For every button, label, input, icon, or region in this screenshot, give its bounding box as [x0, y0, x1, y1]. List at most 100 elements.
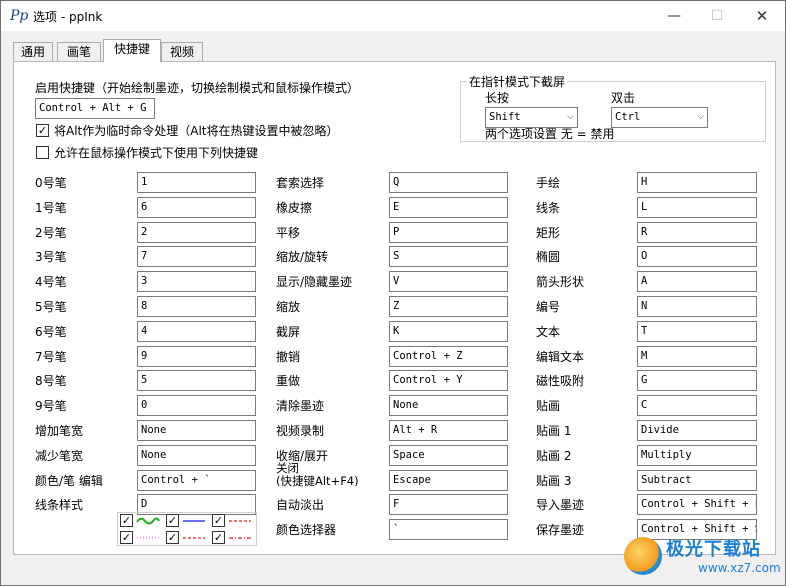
col1-hotkey-field-0[interactable]: 1 [137, 172, 256, 193]
col2-hotkey-field-13[interactable]: F [389, 494, 508, 516]
col3-hotkey-field-2[interactable]: R [637, 221, 757, 243]
line-style-option[interactable] [164, 530, 210, 546]
col2-hotkey-field-5[interactable]: Z [389, 296, 508, 317]
col1-hotkey-field-12[interactable]: Control + ` [137, 469, 256, 491]
col1-hotkey-field-9[interactable]: 0 [137, 395, 256, 417]
col2-hotkey-field-12[interactable]: Escape [389, 469, 508, 491]
line-style-option[interactable] [118, 513, 164, 529]
col3-hotkey-field-11[interactable]: Multiply [637, 444, 757, 466]
snapshot-note: 两个选项设置 无 = 禁用 [485, 127, 615, 141]
col3-label-12: 贴画 3 [536, 473, 572, 488]
minimize-button[interactable]: — [651, 1, 697, 31]
col1-hotkey-field-2[interactable]: 2 [137, 221, 256, 243]
col3-hotkey-field-0[interactable]: H [637, 172, 757, 193]
col3-hotkey-field-6[interactable]: T [637, 320, 757, 342]
line-style-option[interactable] [210, 513, 256, 529]
watermark-url: www.xz7.com [698, 561, 781, 575]
col1-label-9: 9号笔 [35, 399, 67, 414]
col3-label-8: 磁性吸附 [536, 374, 585, 389]
col1-label-2: 2号笔 [35, 225, 67, 240]
col2-hotkey-field-8[interactable]: Control + Y [389, 370, 508, 392]
col2-hotkey-field-10[interactable]: Alt + R [389, 420, 508, 441]
col2-hotkey-field-0[interactable]: Q [389, 172, 508, 193]
col2-hotkey-field-7[interactable]: Control + Z [389, 345, 508, 367]
line-style-checkbox[interactable] [166, 514, 179, 527]
options-window: Pp 选项 - ppInk — ☐ ✕ 通用 画笔 快捷键 视频 启用快捷键（开… [0, 0, 786, 586]
alt-temp-checkbox[interactable] [36, 124, 49, 137]
col3-hotkey-field-7[interactable]: M [637, 345, 757, 367]
col3-hotkey-field-13[interactable]: Control + Shift + L [637, 494, 757, 516]
col3-hotkey-field-1[interactable]: L [637, 196, 757, 218]
col2-hotkey-field-3[interactable]: S [389, 246, 508, 268]
col2-hotkey-field-9[interactable]: None [389, 395, 508, 417]
col2-hotkey-field-1[interactable]: E [389, 196, 508, 218]
col2-label-4: 显示/隐藏墨迹 [276, 275, 353, 290]
col2-label-9: 清除墨迹 [276, 399, 325, 414]
col2-label-2: 平移 [276, 225, 301, 240]
close-button[interactable]: ✕ [739, 1, 785, 31]
col2-label-8: 重做 [276, 374, 301, 389]
col1-hotkey-field-10[interactable]: None [137, 420, 256, 441]
col3-hotkey-field-5[interactable]: N [637, 296, 757, 317]
col3-hotkey-field-8[interactable]: G [637, 370, 757, 392]
col3-hotkey-field-12[interactable]: Subtract [637, 469, 757, 491]
col1-hotkey-field-4[interactable]: 3 [137, 271, 256, 293]
col1-hotkey-field-1[interactable]: 6 [137, 196, 256, 218]
col3-label-9: 贴画 [536, 399, 561, 414]
col2-label-3: 缩放/旋转 [276, 250, 329, 265]
enable-hotkey-field[interactable]: Control + Alt + G [35, 98, 155, 119]
col2-hotkey-field-11[interactable]: Space [389, 444, 508, 466]
col3-label-0: 手绘 [536, 176, 561, 190]
col1-hotkey-field-11[interactable]: None [137, 444, 256, 466]
col2-hotkey-field-2[interactable]: P [389, 221, 508, 243]
col1-label-3: 3号笔 [35, 250, 67, 265]
col2-label-1: 橡皮擦 [276, 200, 313, 215]
col3-hotkey-field-10[interactable]: Divide [637, 420, 757, 441]
col1-label-5: 5号笔 [35, 300, 67, 314]
col2-hotkey-field-4[interactable]: V [389, 271, 508, 293]
line-style-checkbox[interactable] [120, 514, 133, 527]
line-style-option[interactable] [118, 530, 164, 546]
col3-hotkey-field-9[interactable]: C [637, 395, 757, 417]
maximize-button[interactable]: ☐ [694, 1, 740, 31]
tab-general[interactable]: 通用 [13, 42, 53, 61]
mouse-mode-checkbox[interactable] [36, 146, 49, 159]
hotkeys-panel: 启用快捷键（开始绘制墨迹，切换绘制模式和鼠标操作模式） Control + Al… [13, 61, 776, 555]
col2-hotkey-field-6[interactable]: K [389, 320, 508, 342]
col2-label-10: 视频录制 [276, 424, 325, 438]
col1-hotkey-field-8[interactable]: 5 [137, 370, 256, 392]
col3-hotkey-field-4[interactable]: A [637, 271, 757, 293]
col1-label-11: 减少笔宽 [35, 448, 84, 463]
col1-label-4: 4号笔 [35, 275, 67, 290]
line-style-sample-icon [183, 537, 205, 539]
tab-video[interactable]: 视频 [161, 42, 203, 61]
line-style-sample-icon [136, 517, 160, 525]
long-press-label: 长按 [485, 91, 510, 105]
col3-label-4: 箭头形状 [536, 275, 585, 290]
col1-hotkey-field-3[interactable]: 7 [137, 246, 256, 268]
double-click-select[interactable]: Ctrl ⌵ [611, 107, 708, 128]
tab-pens[interactable]: 画笔 [57, 42, 101, 61]
col3-label-1: 线条 [536, 200, 561, 215]
double-click-label: 双击 [611, 91, 636, 105]
line-style-sample-icon [229, 537, 251, 539]
col1-label-1: 1号笔 [35, 200, 67, 215]
col3-label-6: 文本 [536, 324, 561, 339]
col2-hotkey-field-14[interactable]: ` [389, 519, 508, 541]
col1-hotkey-field-5[interactable]: 8 [137, 296, 256, 317]
line-style-option[interactable] [164, 513, 210, 529]
line-style-checkbox[interactable] [166, 531, 179, 544]
line-style-checkbox[interactable] [212, 514, 225, 527]
long-press-value: Shift [489, 111, 521, 123]
col1-hotkey-field-6[interactable]: 4 [137, 320, 256, 342]
col1-label-12: 颜色/笔 编辑 [35, 473, 103, 488]
col1-label-7: 7号笔 [35, 349, 67, 364]
col3-hotkey-field-3[interactable]: O [637, 246, 757, 268]
col1-hotkey-field-7[interactable]: 9 [137, 345, 256, 367]
line-style-checkbox[interactable] [120, 531, 133, 544]
line-style-checkbox[interactable] [212, 531, 225, 544]
watermark: 极光下载站 www.xz7.com [624, 535, 784, 585]
line-style-option[interactable] [210, 530, 256, 546]
line-style-grid [117, 512, 257, 546]
tab-hotkeys[interactable]: 快捷键 [103, 39, 161, 62]
